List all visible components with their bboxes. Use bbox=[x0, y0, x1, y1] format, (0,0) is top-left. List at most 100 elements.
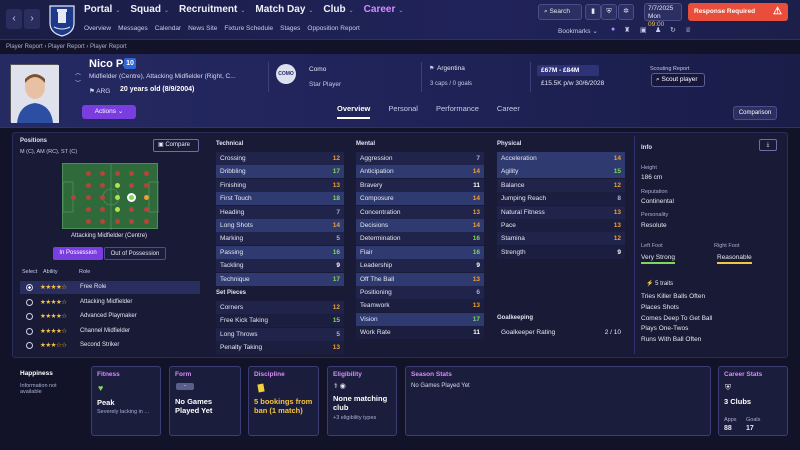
attr-row-strength[interactable]: Strength 9 bbox=[497, 245, 625, 259]
notes-icon[interactable]: ▮ bbox=[585, 4, 601, 20]
attr-row-long-shots[interactable]: Long Shots 14 bbox=[216, 219, 344, 232]
submenu-stages[interactable]: Stages bbox=[280, 25, 300, 32]
club-logo[interactable]: COMO bbox=[276, 64, 296, 84]
attr-row-corners[interactable]: Corners 12 bbox=[216, 301, 344, 314]
back-button[interactable]: ‹ bbox=[6, 9, 22, 29]
menu-squad[interactable]: Squad ⌄ bbox=[130, 4, 169, 18]
scout-player-button[interactable]: ⌕ Scout player bbox=[651, 73, 705, 87]
attr-row-balance[interactable]: Balance 12 bbox=[497, 178, 625, 192]
role-row[interactable]: ★★★★☆ Channel Midfielder bbox=[20, 325, 200, 338]
trait-item[interactable]: Tries Killer Balls Often bbox=[641, 293, 705, 300]
gear-icon[interactable]: ✲ bbox=[618, 4, 634, 20]
role-row[interactable]: ★★★★☆ Free Role bbox=[20, 281, 200, 294]
menu-portal[interactable]: Portal ⌄ bbox=[84, 4, 120, 18]
bookmarks-menu[interactable]: Bookmarks ⌄ bbox=[558, 27, 598, 35]
attr-row-penalty-taking[interactable]: Penalty Taking 13 bbox=[216, 341, 344, 355]
nation-name[interactable]: Argentina bbox=[437, 65, 465, 72]
attr-row-technique[interactable]: Technique 17 bbox=[216, 272, 344, 286]
attr-row-vision[interactable]: Vision 17 bbox=[356, 312, 484, 326]
tab-performance[interactable]: Performance bbox=[436, 104, 479, 119]
trait-item[interactable]: Comes Deep To Get Ball bbox=[641, 315, 712, 322]
role-row[interactable]: ★★★★☆ Advanced Playmaker bbox=[20, 310, 200, 323]
season-stats-card[interactable]: Season Stats No Games Played Yet bbox=[405, 366, 711, 436]
attr-row-determination[interactable]: Determination 16 bbox=[356, 232, 484, 246]
attr-row-free-kick-taking[interactable]: Free Kick Taking 15 bbox=[216, 314, 344, 328]
search-button[interactable]: ⌕ Search bbox=[538, 4, 582, 20]
attr-row-flair[interactable]: Flair 16 bbox=[356, 245, 484, 259]
attr-row-decisions[interactable]: Decisions 14 bbox=[356, 219, 484, 232]
radio-button[interactable] bbox=[26, 298, 33, 306]
eligibility-card[interactable]: Eligibility ⚕ ◉ None matching club +3 el… bbox=[327, 366, 397, 436]
attr-row-passing[interactable]: Passing 16 bbox=[216, 245, 344, 259]
attr-row-bravery[interactable]: Bravery 11 bbox=[356, 178, 484, 192]
compare-button[interactable]: ▣ Compare bbox=[153, 139, 199, 152]
response-required-button[interactable]: Response Required ⚠ bbox=[688, 3, 788, 21]
attr-row-first-touch[interactable]: First Touch 18 bbox=[216, 192, 344, 206]
attr-row-positioning[interactable]: Positioning 6 bbox=[356, 286, 484, 299]
tab-career[interactable]: Career bbox=[497, 104, 520, 119]
forward-button[interactable]: › bbox=[24, 9, 40, 29]
menu-recruitment[interactable]: Recruitment ⌄ bbox=[179, 4, 245, 18]
prev-player-icon[interactable]: ︿ bbox=[75, 68, 81, 77]
radio-button[interactable] bbox=[26, 284, 33, 291]
submenu-messages[interactable]: Messages bbox=[118, 25, 148, 32]
attr-row-marking[interactable]: Marking 5 bbox=[216, 232, 344, 246]
attr-row-stamina[interactable]: Stamina 12 bbox=[497, 232, 625, 246]
attr-row-teamwork[interactable]: Teamwork 13 bbox=[356, 299, 484, 313]
menu-match-day[interactable]: Match Day ⌄ bbox=[255, 4, 313, 18]
submenu-overview[interactable]: Overview bbox=[84, 25, 111, 32]
date-box[interactable]: 7/7/2025 Mon 09:00 bbox=[644, 3, 682, 28]
club-crest-icon[interactable] bbox=[46, 3, 78, 37]
radio-button[interactable] bbox=[26, 327, 33, 335]
attr-row-leadership[interactable]: Leadership 9 bbox=[356, 259, 484, 273]
submenu-fixture-schedule[interactable]: Fixture Schedule bbox=[224, 25, 273, 32]
attr-row-work-rate[interactable]: Work Rate 11 bbox=[356, 326, 484, 340]
attr-row-tackling[interactable]: Tackling 9 bbox=[216, 259, 344, 273]
form-card[interactable]: Form - No Games Played Yet bbox=[169, 366, 241, 436]
attr-row-crossing[interactable]: Crossing 12 bbox=[216, 152, 344, 165]
out-of-possession-tab[interactable]: Out of Possession bbox=[104, 247, 166, 260]
download-icon[interactable]: ⤓ bbox=[759, 139, 777, 151]
attr-row-anticipation[interactable]: Anticipation 14 bbox=[356, 165, 484, 179]
attr-row-finishing[interactable]: Finishing 13 bbox=[216, 178, 344, 192]
career-stats-card[interactable]: Career Stats ⛨ 3 Clubs Apps 88 Goals 17 bbox=[718, 366, 788, 436]
shirt-icon[interactable]: ♜ bbox=[624, 26, 630, 34]
people-icon[interactable]: ♟ bbox=[655, 26, 661, 34]
tab-personal[interactable]: Personal bbox=[388, 104, 418, 119]
attr-row-concentration[interactable]: Concentration 13 bbox=[356, 205, 484, 219]
discipline-card[interactable]: Discipline 5 bookings from ban (1 match) bbox=[248, 366, 319, 436]
submenu-news-site[interactable]: News Site bbox=[188, 25, 217, 32]
breadcrumb[interactable]: Player Report › Player Report › Player R… bbox=[6, 44, 127, 50]
attr-row-dribbling[interactable]: Dribbling 17 bbox=[216, 165, 344, 179]
in-possession-tab[interactable]: In Possession bbox=[53, 247, 103, 260]
attr-row-natural-fitness[interactable]: Natural Fitness 13 bbox=[497, 205, 625, 219]
bag-icon[interactable]: ▣ bbox=[640, 26, 647, 34]
trait-item[interactable]: Plays One-Twos bbox=[641, 325, 688, 332]
actions-button[interactable]: Actions ⌄ bbox=[82, 105, 136, 119]
attr-row-long-throws[interactable]: Long Throws 5 bbox=[216, 327, 344, 341]
next-player-icon[interactable]: ﹀ bbox=[75, 78, 81, 87]
radio-button[interactable] bbox=[26, 342, 33, 349]
role-row[interactable]: ★★★★☆ Attacking Midfielder bbox=[20, 296, 200, 309]
attr-row-acceleration[interactable]: Acceleration 14 bbox=[497, 152, 625, 165]
refresh-icon[interactable]: ↻ bbox=[670, 26, 676, 34]
radio-button[interactable] bbox=[26, 313, 33, 320]
shield-icon[interactable]: ⛨ bbox=[601, 4, 617, 20]
trait-item[interactable]: Runs With Ball Often bbox=[641, 336, 701, 343]
comparison-button[interactable]: Comparison bbox=[733, 106, 777, 120]
attr-row-agility[interactable]: Agility 15 bbox=[497, 165, 625, 179]
attr-row-off-the-ball[interactable]: Off The Ball 13 bbox=[356, 272, 484, 286]
traits-header[interactable]: ⚡ 5 traits bbox=[646, 280, 673, 287]
tab-overview[interactable]: Overview bbox=[337, 104, 371, 119]
menu-club[interactable]: Club ⌄ bbox=[323, 4, 353, 18]
trait-item[interactable]: Places Shots bbox=[641, 304, 679, 311]
role-row[interactable]: ★★★☆☆ Second Striker bbox=[20, 339, 200, 352]
attr-row-pace[interactable]: Pace 13 bbox=[497, 219, 625, 232]
submenu-calendar[interactable]: Calendar bbox=[155, 25, 181, 32]
fitness-card[interactable]: Fitness ♥ Peak Severely lacking in ... bbox=[91, 366, 161, 436]
attr-row-composure[interactable]: Composure 14 bbox=[356, 192, 484, 206]
chat-icon[interactable]: ● bbox=[611, 26, 615, 33]
trophy-icon[interactable]: ♕ bbox=[685, 26, 691, 34]
menu-career[interactable]: Career ⌄ bbox=[364, 4, 404, 18]
submenu-opposition-report[interactable]: Opposition Report bbox=[307, 25, 359, 32]
